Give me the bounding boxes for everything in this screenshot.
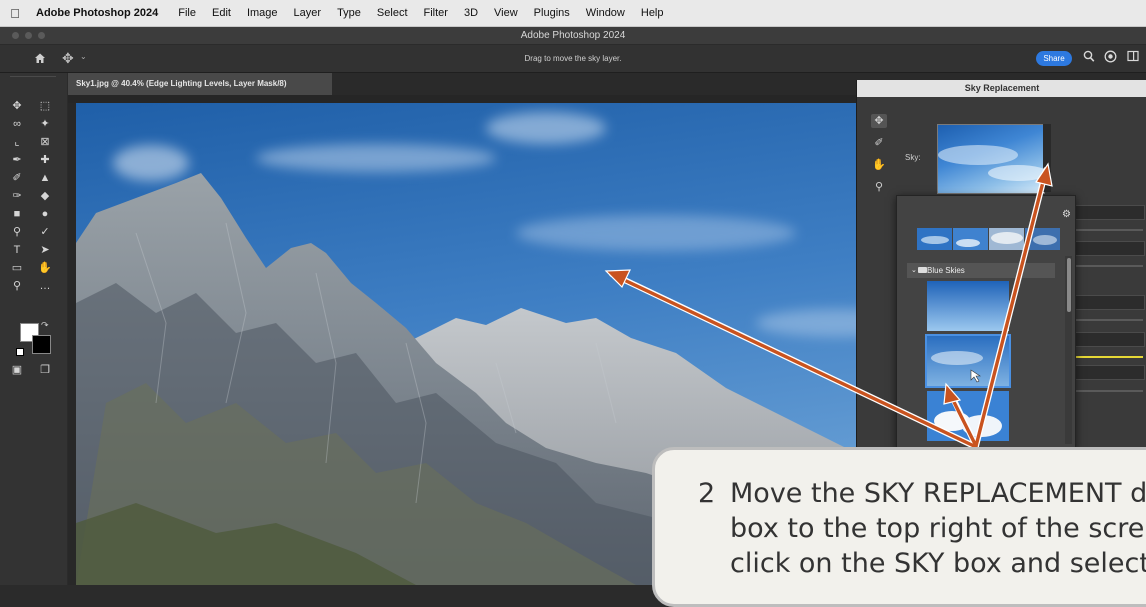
step-number: 2	[698, 478, 716, 509]
instruction-text: 2 Move the SKY REPLACEMENT d box to the t…	[698, 476, 1146, 581]
instruction-line-1: 2 Move the SKY REPLACEMENT d	[698, 476, 1146, 511]
instruction-line-2: box to the top right of the scre	[730, 513, 1145, 544]
instruction-line-3: click on the SKY box and select	[730, 548, 1146, 579]
instruction-line-1-text: Move the SKY REPLACEMENT d	[730, 478, 1146, 509]
